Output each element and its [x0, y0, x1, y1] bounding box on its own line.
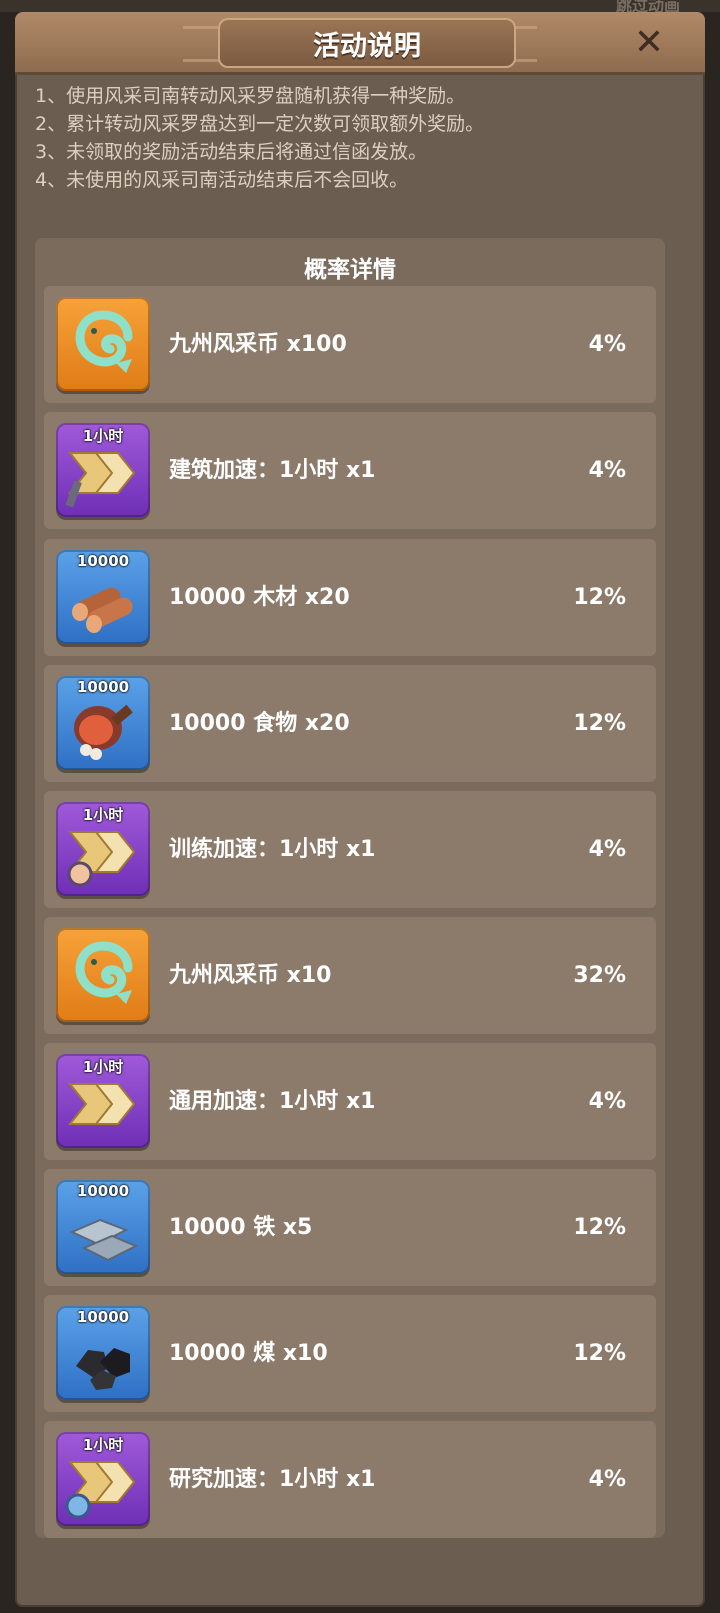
reward-row: 1小时 通用加速：1小时 x1 4% [44, 1043, 656, 1160]
reward-probability: 12% [573, 585, 626, 610]
reward-label: 10000 煤 x10 [169, 1341, 328, 1366]
activity-info-dialog: 活动说明 ✕ 1、使用风采司南转动风采罗盘随机获得一种奖励。 2、累计转动风采罗… [15, 12, 705, 1607]
reward-row: 1小时 建筑加速：1小时 x1 4% [44, 412, 656, 529]
icon-tag: 10000 [76, 1182, 130, 1200]
reward-row: 10000 10000 食物 x20 12% [44, 665, 656, 782]
title-plate: 活动说明 [218, 18, 516, 68]
dragon-coin-icon [56, 928, 150, 1022]
reward-probability: 32% [573, 963, 626, 988]
dialog-title: 活动说明 [313, 30, 421, 62]
reward-probability: 12% [573, 1215, 626, 1240]
rule-item: 4、未使用的风采司南活动结束后不会回收。 [35, 169, 409, 191]
research-speedup-icon: 1小时 [56, 1432, 150, 1526]
background-strip: 跳过动画 [0, 0, 720, 15]
reward-row: 九州风采币 x100 4% [44, 286, 656, 403]
icon-tag: 10000 [76, 552, 130, 570]
rules-list: 1、使用风采司南转动风采罗盘随机获得一种奖励。 2、累计转动风采罗盘达到一定次数… [35, 82, 685, 194]
reward-label: 10000 铁 x5 [169, 1215, 313, 1240]
icon-tag: 1小时 [82, 1436, 124, 1454]
icon-tag: 10000 [76, 678, 130, 696]
reward-row: 九州风采币 x10 32% [44, 917, 656, 1034]
reward-label: 九州风采币 x100 [169, 332, 347, 357]
reward-row: 1小时 训练加速：1小时 x1 4% [44, 791, 656, 908]
reward-label: 训练加速：1小时 x1 [169, 837, 376, 862]
rule-item: 1、使用风采司南转动风采罗盘随机获得一种奖励。 [35, 85, 466, 107]
probability-panel: 概率详情 九州风采币 x100 4% 1小时 建筑加速：1小时 x1 4% 10… [35, 238, 665, 1538]
rule-item: 3、未领取的奖励活动结束后将通过信函发放。 [35, 141, 428, 163]
reward-row: 10000 10000 木材 x20 12% [44, 539, 656, 656]
reward-row: 10000 10000 煤 x10 12% [44, 1295, 656, 1412]
train-speedup-icon: 1小时 [56, 802, 150, 896]
reward-probability: 12% [573, 711, 626, 736]
reward-probability: 4% [588, 1467, 626, 1492]
dialog-header: 活动说明 ✕ [15, 12, 705, 75]
reward-row: 10000 10000 铁 x5 12% [44, 1169, 656, 1286]
food-icon: 10000 [56, 676, 150, 770]
reward-probability: 12% [573, 1341, 626, 1366]
icon-tag: 1小时 [82, 1058, 124, 1076]
reward-label: 九州风采币 x10 [169, 963, 332, 988]
reward-probability: 4% [588, 332, 626, 357]
iron-icon: 10000 [56, 1180, 150, 1274]
icon-tag: 10000 [76, 1308, 130, 1326]
icon-tag: 1小时 [82, 806, 124, 824]
icon-tag: 1小时 [82, 427, 124, 445]
close-icon: ✕ [633, 21, 665, 63]
general-speedup-icon: 1小时 [56, 1054, 150, 1148]
reward-label: 10000 食物 x20 [169, 711, 350, 736]
rule-item: 2、累计转动风采罗盘达到一定次数可领取额外奖励。 [35, 113, 485, 135]
reward-label: 研究加速：1小时 x1 [169, 1467, 376, 1492]
dragon-coin-icon [56, 297, 150, 391]
probability-title: 概率详情 [304, 257, 396, 283]
build-speedup-icon: 1小时 [56, 423, 150, 517]
coal-icon: 10000 [56, 1306, 150, 1400]
reward-row: 1小时 研究加速：1小时 x1 4% [44, 1421, 656, 1538]
reward-label: 10000 木材 x20 [169, 585, 350, 610]
close-button[interactable]: ✕ [629, 21, 669, 63]
reward-probability: 4% [588, 837, 626, 862]
wood-icon: 10000 [56, 550, 150, 644]
reward-label: 建筑加速：1小时 x1 [169, 458, 376, 483]
reward-probability: 4% [588, 458, 626, 483]
reward-label: 通用加速：1小时 x1 [169, 1089, 376, 1114]
reward-probability: 4% [588, 1089, 626, 1114]
